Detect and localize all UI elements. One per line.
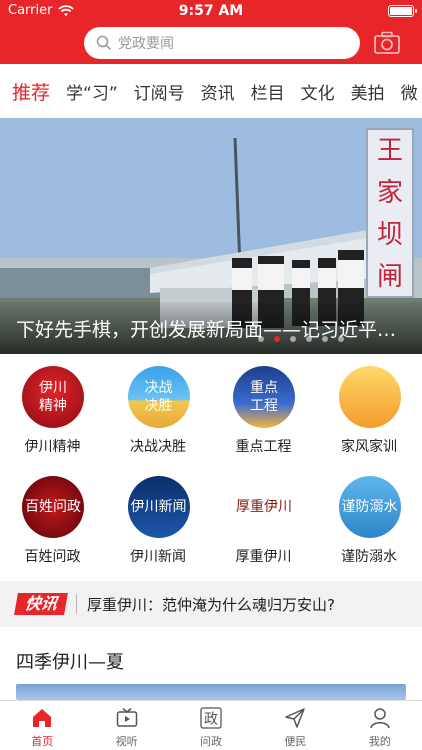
quick-news-bar[interactable]: 快讯 厚重伊川：范仲淹为什么魂归万安山?: [0, 581, 422, 627]
carousel-dot[interactable]: [290, 336, 296, 342]
grid-item-label: 决战决胜: [130, 439, 186, 455]
grid-item-label: 百姓问政: [24, 549, 81, 565]
grid-item-icon: 谨防溺水: [338, 476, 401, 538]
tab-1[interactable]: 学“习”: [58, 79, 126, 104]
grid-item-icon: 决战 决胜: [127, 366, 190, 428]
grid-item[interactable]: 厚重伊川 厚重伊川: [211, 470, 316, 580]
grid-item-label: 重点工程: [235, 439, 292, 455]
tab-7[interactable]: 微: [393, 79, 422, 104]
bottom-tab-bar: 首页 视听政问政 便民 我的: [0, 700, 422, 750]
send-icon: [284, 708, 306, 733]
grid-item-label: 伊川新闻: [130, 549, 186, 565]
section-title: 四季伊川—夏: [16, 652, 124, 673]
tab-5[interactable]: 文化: [293, 79, 343, 104]
battery-icon: [388, 5, 417, 17]
grid-item-icon: 伊川新闻: [127, 476, 190, 538]
grid-item[interactable]: 决战 决胜 决战决胜: [106, 360, 211, 470]
search-bar[interactable]: 党政要闻: [84, 27, 360, 59]
carousel-dot[interactable]: [306, 336, 312, 342]
section-banner-image[interactable]: [16, 684, 406, 700]
svg-text:政: 政: [204, 712, 218, 728]
grid-item-icon: 重点 工程: [233, 366, 295, 428]
tab-bar-item-3[interactable]: 便民: [253, 701, 337, 750]
tab-bar-label: 问政: [200, 735, 223, 748]
channel-tabs: 推荐 学“习” 订阅号 资讯 栏目 文化 美拍微: [0, 64, 422, 118]
zheng-icon: 政: [200, 707, 222, 733]
clock: 9:57 AM: [178, 3, 244, 19]
home-icon: [31, 709, 53, 733]
tab-bar-item-1[interactable]: 视听: [84, 701, 168, 750]
tv-icon: [116, 707, 138, 733]
quick-news-badge: 快讯: [14, 593, 68, 615]
grid-item[interactable]: 家风家训: [317, 360, 422, 470]
status-bar: Carrier 9:57 AM: [0, 0, 422, 22]
grid-item[interactable]: 谨防溺水 谨防溺水: [317, 470, 422, 580]
tab-bar-label: 便民: [284, 735, 307, 748]
tab-bar-item-2[interactable]: 政问政: [169, 701, 253, 750]
tab-0[interactable]: 推荐: [0, 78, 58, 105]
hero-sign: 王家坝闸: [366, 128, 414, 298]
grid-item-icon: 百姓问政: [22, 476, 84, 538]
grid-item-icon: [338, 366, 401, 428]
grid-item[interactable]: 百姓问政 百姓问政: [0, 470, 105, 580]
carousel-dots: [258, 336, 344, 342]
grid-item-icon: 伊川 精神: [22, 366, 84, 428]
tab-bar-item-0[interactable]: 首页: [0, 701, 84, 750]
tab-3[interactable]: 资讯: [193, 79, 243, 104]
carousel-dot[interactable]: [258, 336, 264, 342]
carousel-dot[interactable]: [274, 336, 280, 342]
search-icon: [96, 35, 112, 51]
carousel-dot[interactable]: [338, 336, 344, 342]
feature-grid: 伊川 精神 伊川精神 决战 决胜 决战决胜 重点 工程 重点工程 家风家训 百姓问政 百姓问政 伊川新闻…: [0, 360, 422, 580]
battery-fill: [390, 7, 412, 15]
divider: [76, 594, 77, 614]
hero-carousel[interactable]: 王家坝闸 下好先手棋，开创发展新局面——记习近平…: [0, 118, 422, 354]
grid-item[interactable]: 伊川 精神 伊川精神: [0, 360, 105, 470]
hero-sign-text: 王家坝闸: [376, 136, 403, 292]
tab-bar-label: 我的: [368, 735, 391, 748]
grid-item-label: 厚重伊川: [235, 549, 292, 565]
tab-6[interactable]: 美拍: [343, 79, 393, 104]
quick-news-text[interactable]: 厚重伊川：范仲淹为什么魂归万安山?: [87, 594, 407, 615]
grid-item-label: 伊川精神: [24, 439, 81, 455]
grid-item-label: 家风家训: [341, 439, 397, 455]
grid-item[interactable]: 重点 工程 重点工程: [211, 360, 316, 470]
tab-2[interactable]: 订阅号: [126, 79, 193, 104]
top-bar: Carrier 9:57 AM 党政要闻: [0, 0, 422, 64]
carousel-dot[interactable]: [322, 336, 328, 342]
tab-bar-item-4[interactable]: 我的: [338, 701, 422, 750]
tab-bar-label: 首页: [31, 735, 54, 748]
tab-bar-label: 视听: [115, 735, 138, 748]
tab-4[interactable]: 栏目: [243, 79, 293, 104]
grid-item[interactable]: 伊川新闻 伊川新闻: [106, 470, 211, 580]
camera-icon[interactable]: [374, 31, 400, 55]
search-placeholder: 党政要闻: [118, 36, 174, 52]
grid-item-label: 谨防溺水: [341, 549, 397, 565]
user-icon: [369, 708, 391, 733]
hero-caption[interactable]: 下好先手棋，开创发展新局面——记习近平…: [16, 315, 418, 342]
grid-item-icon: 厚重伊川: [233, 476, 295, 538]
